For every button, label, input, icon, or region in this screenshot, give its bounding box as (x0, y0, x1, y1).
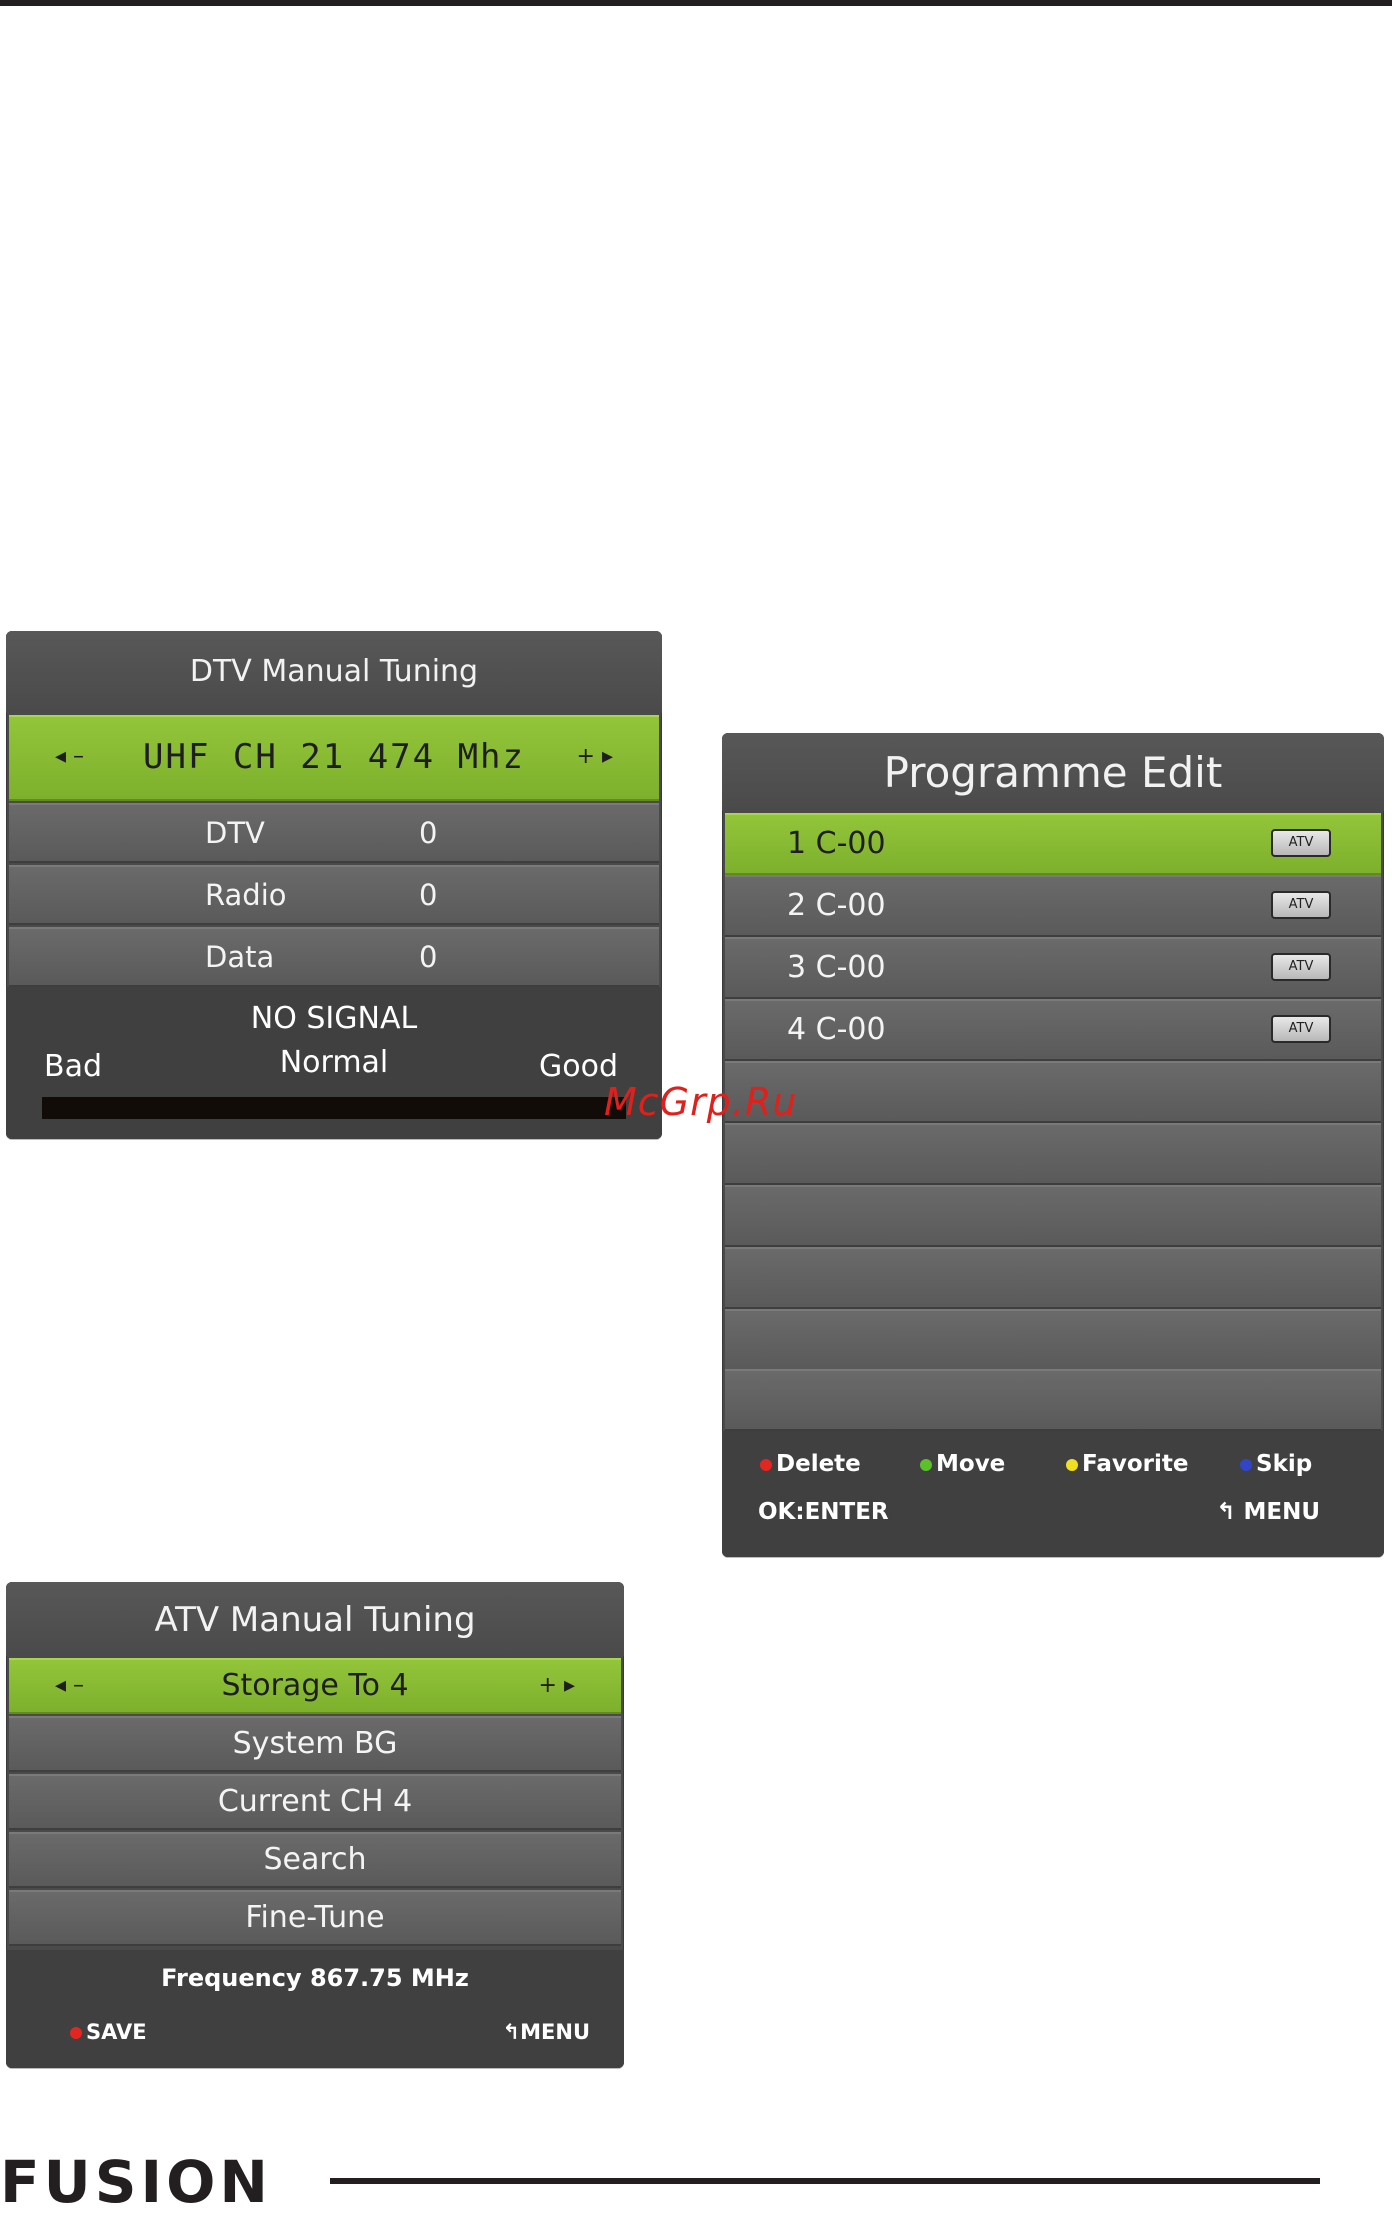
fine-tune-label: Fine-Tune (245, 1900, 385, 1935)
atv-badge: ATV (1271, 953, 1331, 981)
menu-hint[interactable]: ↰ MENU (1216, 1499, 1320, 1525)
ok-enter-hint: OK:ENTER (758, 1499, 889, 1525)
top-rule (0, 0, 1392, 6)
programme-label: 3 C-00 (787, 950, 886, 985)
count-value: 0 (419, 816, 438, 850)
current-ch-row[interactable]: Current CH 4 (9, 1774, 621, 1830)
red-dot-icon (70, 2027, 82, 2039)
signal-section: NO SIGNAL Bad Normal Good (6, 987, 662, 1139)
empty-programme-row[interactable] (725, 1185, 1381, 1247)
storage-label: Storage To 4 (221, 1668, 409, 1703)
programme-edit-title: Programme Edit (722, 733, 1384, 811)
dtv-count-row: DTV 0 (9, 803, 659, 863)
favorite-legend[interactable]: Favorite (1066, 1451, 1189, 1477)
save-label: SAVE (86, 2020, 147, 2044)
skip-label: Skip (1256, 1451, 1313, 1477)
programme-row[interactable]: 2 C-00 ATV (725, 875, 1381, 937)
count-label: DTV (205, 816, 265, 850)
menu-hint[interactable]: ↰MENU (503, 2020, 590, 2044)
brand-logo: FUSION (0, 2148, 272, 2216)
programme-row[interactable]: 1 C-00 ATV (725, 813, 1381, 875)
empty-programme-row[interactable] (725, 1309, 1381, 1371)
atv-manual-tuning-panel: ATV Manual Tuning ◂ – Storage To 4 + ▸ S… (6, 1582, 624, 2068)
bottom-rule (330, 2178, 1320, 2184)
favorite-label: Favorite (1082, 1451, 1189, 1477)
save-hint[interactable]: SAVE (70, 2020, 147, 2044)
atv-frequency: Frequency 867.75 MHz (161, 1964, 469, 1992)
programme-label: 4 C-00 (787, 1012, 886, 1047)
signal-status: NO SIGNAL (250, 1001, 418, 1036)
green-dot-icon (920, 1458, 932, 1471)
programme-edit-panel: Programme Edit 1 C-00 ATV 2 C-00 ATV 3 C… (722, 733, 1384, 1557)
yellow-dot-icon (1066, 1458, 1078, 1471)
programme-edit-footer: Delete Move Favorite Skip OK:ENTER ↰ MEN… (722, 1431, 1384, 1557)
programme-label: 1 C-00 (787, 826, 886, 861)
move-legend[interactable]: Move (920, 1451, 1005, 1477)
count-label: Data (205, 940, 275, 974)
dtv-frequency: UHF CH 21 474 Mhz (143, 737, 525, 777)
right-arrow-icon[interactable]: + ▸ (539, 1660, 575, 1712)
programme-label: 2 C-00 (787, 888, 886, 923)
atv-title: ATV Manual Tuning (6, 1582, 624, 1656)
dtv-manual-tuning-panel: DTV Manual Tuning ◂ – UHF CH 21 474 Mhz … (6, 631, 662, 1139)
storage-row[interactable]: ◂ – Storage To 4 + ▸ (9, 1658, 621, 1714)
right-arrow-icon[interactable]: + ▸ (577, 717, 613, 797)
watermark: McGrp.Ru (604, 1080, 798, 1124)
system-row[interactable]: System BG (9, 1716, 621, 1772)
empty-programme-row[interactable] (725, 1247, 1381, 1309)
search-label: Search (263, 1842, 367, 1877)
programme-row[interactable]: 3 C-00 ATV (725, 937, 1381, 999)
signal-good-label: Good (539, 1049, 618, 1084)
atv-badge: ATV (1271, 829, 1331, 857)
atv-badge: ATV (1271, 1015, 1331, 1043)
system-label: System BG (232, 1726, 398, 1761)
signal-strength-bar (42, 1097, 626, 1119)
search-row[interactable]: Search (9, 1832, 621, 1888)
empty-programme-row[interactable] (725, 1061, 1381, 1123)
skip-legend[interactable]: Skip (1240, 1451, 1312, 1477)
count-label: Radio (205, 878, 287, 912)
empty-programme-row[interactable] (725, 1369, 1381, 1431)
count-value: 0 (419, 940, 438, 974)
radio-count-row: Radio 0 (9, 865, 659, 925)
delete-label: Delete (776, 1451, 861, 1477)
data-count-row: Data 0 (9, 927, 659, 987)
current-ch-label: Current CH 4 (217, 1784, 413, 1819)
delete-legend[interactable]: Delete (760, 1451, 861, 1477)
atv-footer: Frequency 867.75 MHz SAVE ↰MENU (6, 1950, 624, 2068)
dtv-title: DTV Manual Tuning (6, 631, 662, 713)
count-value: 0 (419, 878, 438, 912)
red-dot-icon (760, 1458, 772, 1471)
programme-row[interactable]: 4 C-00 ATV (725, 999, 1381, 1061)
empty-programme-row[interactable] (725, 1123, 1381, 1185)
move-label: Move (936, 1451, 1006, 1477)
blue-dot-icon (1240, 1458, 1252, 1471)
fine-tune-row[interactable]: Fine-Tune (9, 1890, 621, 1946)
dtv-frequency-row[interactable]: ◂ – UHF CH 21 474 Mhz + ▸ (9, 715, 659, 801)
atv-badge: ATV (1271, 891, 1331, 919)
